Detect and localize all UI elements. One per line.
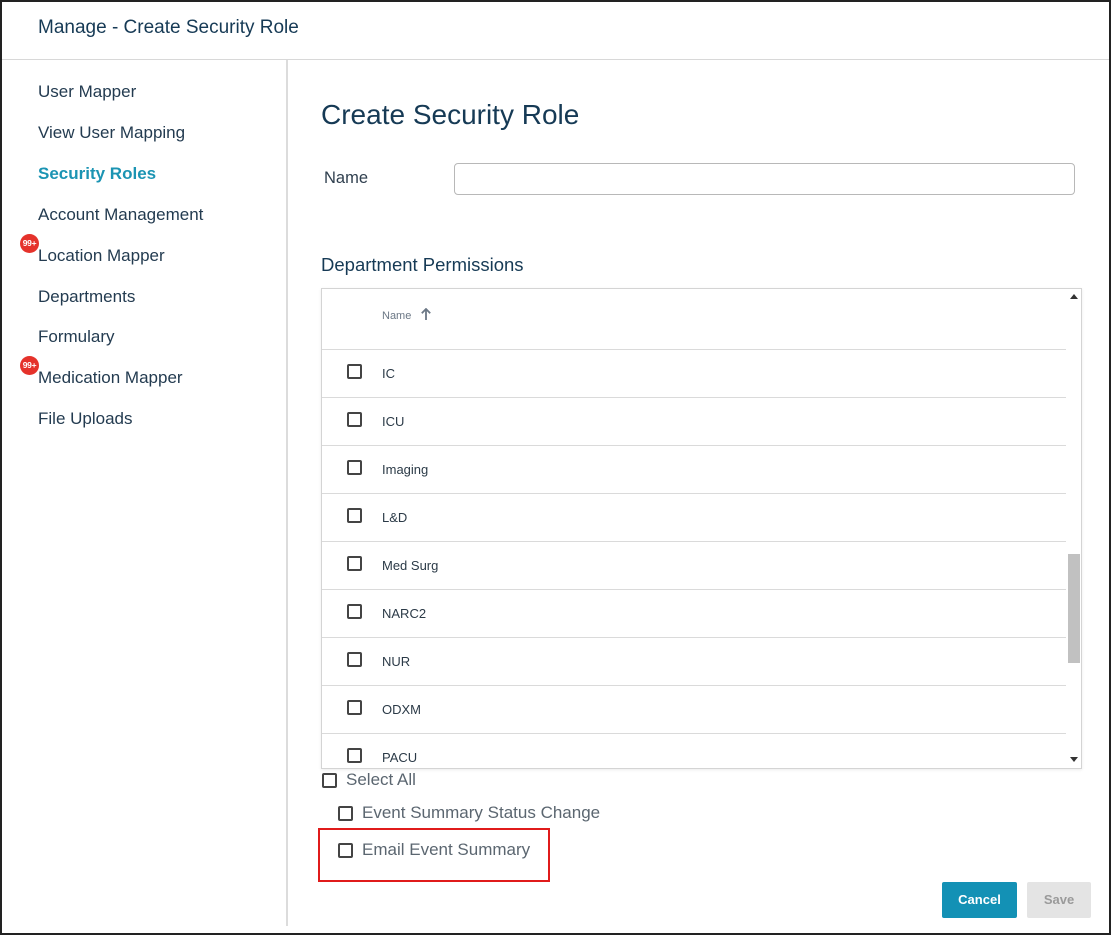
sidebar-item-account-management[interactable]: Account Management xyxy=(38,205,203,225)
row-checkbox[interactable] xyxy=(347,412,362,427)
event-summary-status-change-option[interactable]: Event Summary Status Change xyxy=(338,803,618,825)
sidebar-item-departments[interactable]: Departments xyxy=(38,287,135,307)
sidebar-item-security-roles[interactable]: Security Roles xyxy=(38,164,156,184)
row-label: PACU xyxy=(382,750,418,765)
table-row: NARC2 xyxy=(322,590,1066,638)
row-checkbox[interactable] xyxy=(347,652,362,667)
sidebar-item-file-uploads[interactable]: File Uploads xyxy=(38,409,133,429)
row-checkbox[interactable] xyxy=(347,556,362,571)
sidebar-item-label: Departments xyxy=(38,287,136,306)
sidebar-item-medication-mapper[interactable]: 99+ Medication Mapper xyxy=(20,356,183,388)
sidebar-item-label: View User Mapping xyxy=(38,123,186,142)
table-row: NUR xyxy=(322,638,1066,686)
sidebar-item-label: Location Mapper xyxy=(38,246,165,265)
column-header-name[interactable]: Name xyxy=(382,310,411,322)
sidebar: User Mapper View User Mapping Security R… xyxy=(2,60,288,926)
sidebar-item-label: Account Management xyxy=(38,205,204,224)
save-button[interactable]: Save xyxy=(1027,882,1091,918)
scrollbar-thumb[interactable] xyxy=(1068,554,1080,663)
sidebar-item-label: Medication Mapper xyxy=(38,368,183,387)
sidebar-item-user-mapper[interactable]: User Mapper xyxy=(38,82,136,102)
table-header: Name xyxy=(322,289,1066,350)
row-checkbox[interactable] xyxy=(347,700,362,715)
sidebar-item-formulary[interactable]: Formulary xyxy=(38,327,115,347)
scroll-up-arrow-icon[interactable] xyxy=(1070,294,1078,299)
name-label: Name xyxy=(324,169,369,187)
header-bar: Manage - Create Security Role xyxy=(2,2,1109,60)
row-checkbox[interactable] xyxy=(347,508,362,523)
table-row: L&D xyxy=(322,494,1066,542)
table-scrollbar[interactable] xyxy=(1066,289,1081,768)
row-checkbox[interactable] xyxy=(347,604,362,619)
row-label: IC xyxy=(382,366,395,381)
row-checkbox[interactable] xyxy=(347,364,362,379)
row-label: Imaging xyxy=(382,462,429,477)
department-permissions-title: Department Permissions xyxy=(321,254,524,275)
highlight-box xyxy=(318,828,550,882)
table-row: Med Surg xyxy=(322,542,1066,590)
sidebar-item-label: User Mapper xyxy=(38,82,137,101)
row-label: ICU xyxy=(382,414,405,429)
sidebar-item-label: Formulary xyxy=(38,327,115,346)
page-title: Create Security Role xyxy=(321,99,580,130)
row-label: NARC2 xyxy=(382,606,427,621)
sidebar-item-label: Security Roles xyxy=(38,164,157,183)
notification-badge: 99+ xyxy=(20,234,39,253)
sidebar-item-view-user-mapping[interactable]: View User Mapping xyxy=(38,123,185,143)
sort-ascending-icon[interactable] xyxy=(420,308,432,322)
row-label: NUR xyxy=(382,654,411,669)
page-header-title: Manage - Create Security Role xyxy=(38,17,299,38)
event-summary-status-change-label: Event Summary Status Change xyxy=(362,803,601,822)
select-all-option[interactable]: Select All xyxy=(322,770,462,792)
cancel-button[interactable]: Cancel xyxy=(942,882,1017,918)
table-row: ICU xyxy=(322,398,1066,446)
select-all-checkbox[interactable] xyxy=(322,773,337,788)
name-input[interactable] xyxy=(454,163,1075,195)
app-window: Manage - Create Security Role User Mappe… xyxy=(0,0,1111,935)
table-row: Imaging xyxy=(322,446,1066,494)
department-permissions-table: Name IC ICU Imaging L&D Med Surg NARC2 N… xyxy=(321,288,1082,769)
row-checkbox[interactable] xyxy=(347,748,362,763)
scroll-down-arrow-icon[interactable] xyxy=(1070,757,1078,762)
table-row: PACU xyxy=(322,734,1066,768)
table-row: IC xyxy=(322,350,1066,398)
notification-badge: 99+ xyxy=(20,356,39,375)
select-all-label: Select All xyxy=(346,770,416,789)
row-label: L&D xyxy=(382,510,408,525)
sidebar-item-label: File Uploads xyxy=(38,409,133,428)
row-checkbox[interactable] xyxy=(347,460,362,475)
table-row: ODXM xyxy=(322,686,1066,734)
row-label: Med Surg xyxy=(382,558,439,573)
sidebar-item-location-mapper[interactable]: 99+ Location Mapper xyxy=(20,234,165,266)
row-label: ODXM xyxy=(382,702,421,717)
event-summary-status-change-checkbox[interactable] xyxy=(338,806,353,821)
